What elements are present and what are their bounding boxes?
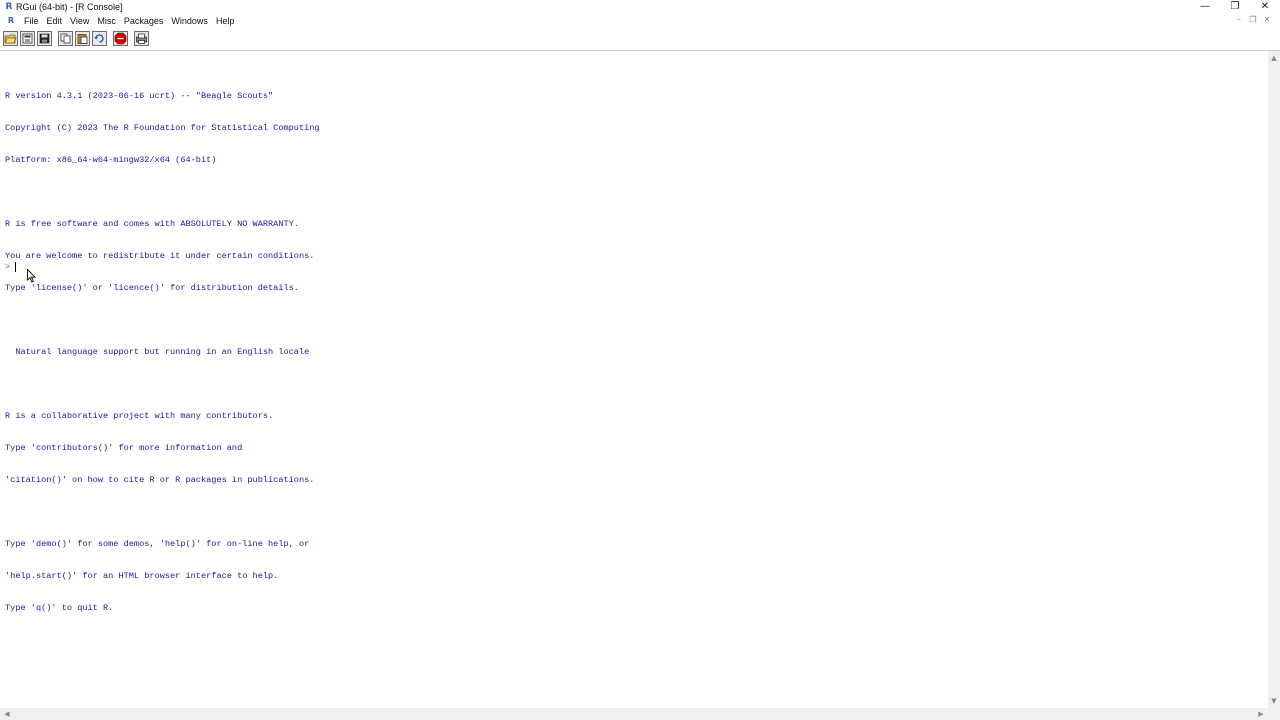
console-line: R version 4.3.1 (2023-06-16 ucrt) -- "Be… bbox=[5, 91, 274, 102]
paste-icon bbox=[77, 34, 88, 44]
menu-packages[interactable]: Packages bbox=[120, 14, 168, 29]
console-line: 'help.start()' for an HTML browser inter… bbox=[5, 570, 279, 581]
toolbar bbox=[0, 29, 1280, 51]
menu-windows[interactable]: Windows bbox=[167, 14, 212, 29]
r-console[interactable]: R version 4.3.1 (2023-06-16 ucrt) -- "Be… bbox=[0, 51, 1268, 708]
open-script-icon bbox=[4, 34, 17, 44]
menu-edit[interactable]: Edit bbox=[43, 14, 67, 29]
mdi-minimize-icon[interactable]: – bbox=[1234, 15, 1244, 24]
menu-help[interactable]: Help bbox=[212, 14, 239, 29]
console-line: Type 'license()' or 'licence()' for dist… bbox=[5, 283, 299, 294]
stop-button[interactable] bbox=[113, 31, 128, 46]
mdi-restore-icon[interactable]: ❐ bbox=[1248, 15, 1258, 24]
save-workspace-button[interactable] bbox=[37, 31, 52, 46]
console-line: Platform: x86_64-w64-mingw32/x64 (64-bit… bbox=[5, 155, 217, 166]
print-icon bbox=[136, 33, 147, 44]
menu-misc[interactable]: Misc bbox=[93, 14, 120, 29]
scroll-up-icon[interactable]: ▲ bbox=[1268, 53, 1280, 63]
scrollbar-corner bbox=[1268, 708, 1280, 720]
mdi-controls: – ❐ ✕ bbox=[1234, 15, 1272, 24]
console-line: Type 'contributors()' for more informati… bbox=[5, 442, 243, 453]
console-line: Type 'demo()' for some demos, 'help()' f… bbox=[5, 538, 310, 549]
console-line: R is free software and comes with ABSOLU… bbox=[5, 219, 299, 230]
vertical-scrollbar[interactable]: ▲ ▼ bbox=[1268, 51, 1280, 708]
copy-icon bbox=[60, 33, 71, 44]
copy-button[interactable] bbox=[58, 31, 73, 46]
r-console-icon[interactable]: R bbox=[6, 16, 16, 26]
copy-paste-button[interactable] bbox=[92, 31, 107, 46]
copy-paste-icon bbox=[94, 34, 104, 43]
load-workspace-icon bbox=[22, 33, 33, 44]
console-output: R version 4.3.1 (2023-06-16 ucrt) -- "Be… bbox=[5, 70, 320, 635]
console-prompt: > bbox=[5, 262, 11, 272]
console-line: R is a collaborative project with many c… bbox=[5, 410, 274, 421]
scroll-down-icon[interactable]: ▼ bbox=[1268, 696, 1280, 706]
title-bar: R RGui (64-bit) - [R Console] — ❐ ✕ bbox=[0, 0, 1280, 14]
print-button[interactable] bbox=[134, 31, 149, 46]
open-script-button[interactable] bbox=[3, 31, 18, 46]
console-line: 'citation()' on how to cite R or R packa… bbox=[5, 474, 315, 485]
toolbar-buttons bbox=[3, 31, 151, 46]
save-workspace-icon bbox=[39, 33, 50, 44]
console-line: You are welcome to redistribute it under… bbox=[5, 251, 315, 262]
scroll-right-icon[interactable]: ▶ bbox=[1256, 708, 1266, 720]
minimize-icon[interactable]: — bbox=[1190, 0, 1220, 14]
mdi-close-icon[interactable]: ✕ bbox=[1262, 15, 1272, 24]
stop-icon bbox=[114, 32, 127, 45]
load-workspace-button[interactable] bbox=[20, 31, 35, 46]
mouse-cursor-icon bbox=[27, 269, 36, 283]
menu-file[interactable]: File bbox=[20, 14, 43, 29]
console-line: Copyright (C) 2023 The R Foundation for … bbox=[5, 123, 320, 134]
horizontal-scrollbar[interactable]: ◀ ▶ bbox=[0, 708, 1268, 720]
menu-view[interactable]: View bbox=[66, 14, 93, 29]
window-title: RGui (64-bit) - [R Console] bbox=[16, 2, 123, 12]
console-line: Type 'q()' to quit R. bbox=[5, 602, 114, 613]
window-controls: — ❐ ✕ bbox=[1190, 0, 1280, 14]
menu-bar: R File Edit View Misc Packages Windows H… bbox=[0, 14, 1280, 29]
menu-list: File Edit View Misc Packages Windows Hel… bbox=[20, 14, 238, 29]
r-logo-icon: R bbox=[5, 2, 13, 12]
close-icon[interactable]: ✕ bbox=[1250, 0, 1280, 14]
console-line: Natural language support but running in … bbox=[5, 346, 310, 357]
scroll-left-icon[interactable]: ◀ bbox=[2, 708, 12, 720]
paste-button[interactable] bbox=[75, 31, 90, 46]
restore-icon[interactable]: ❐ bbox=[1220, 0, 1250, 14]
text-caret[interactable] bbox=[15, 262, 16, 272]
